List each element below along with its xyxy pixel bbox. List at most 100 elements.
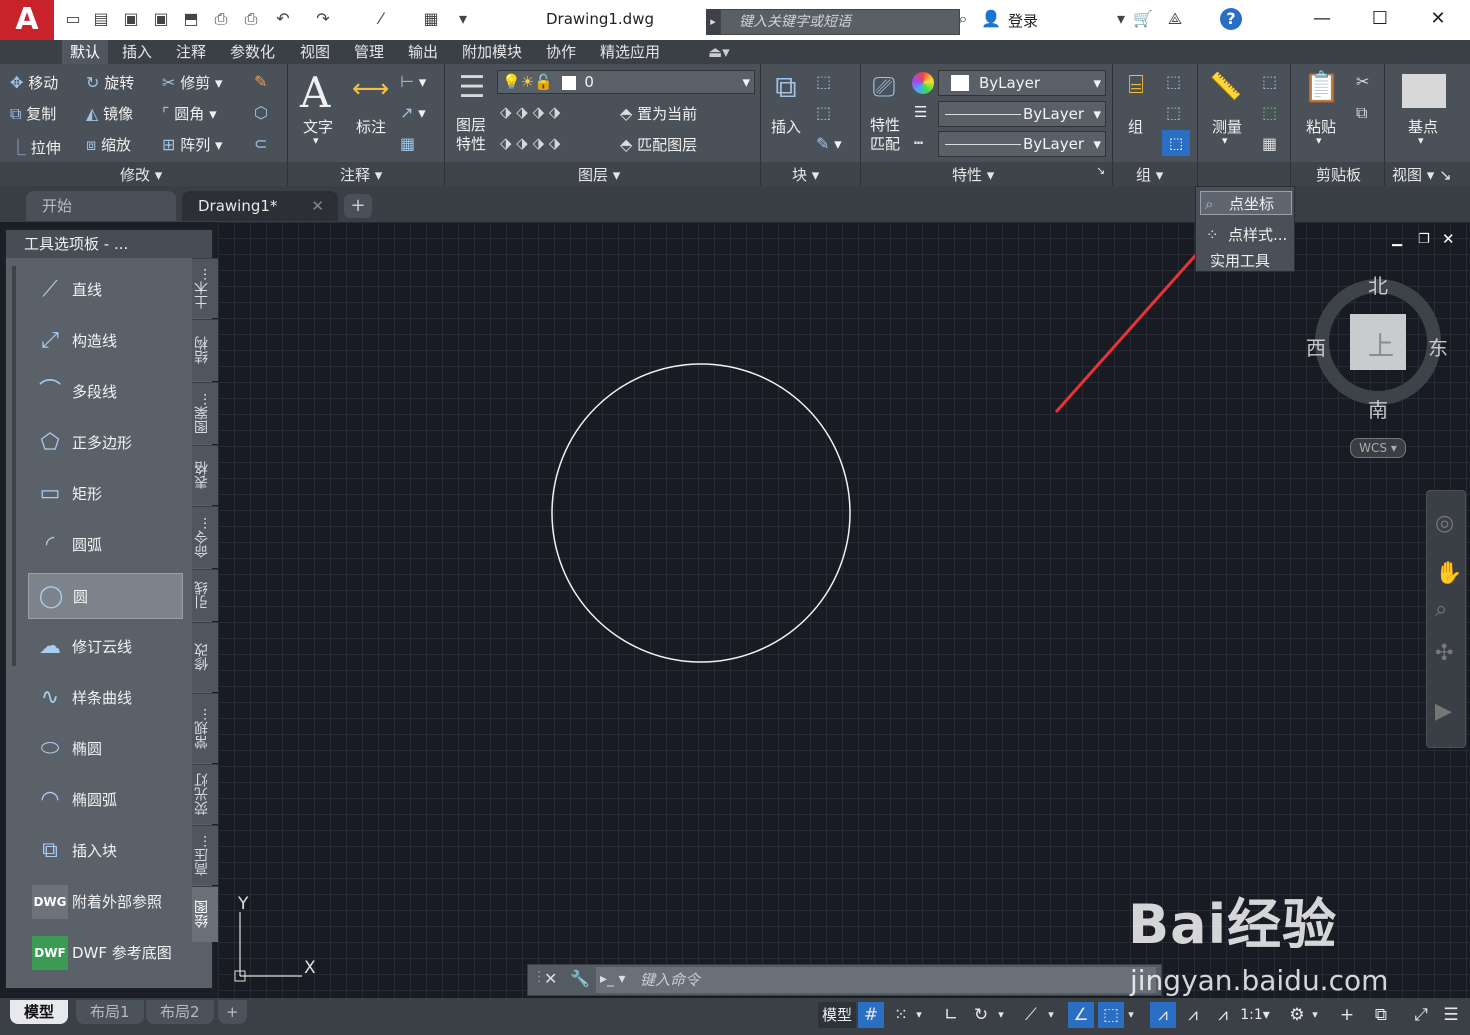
isodraft-icon[interactable]: ⟋ [1018, 1002, 1044, 1028]
pan-icon[interactable]: ✋ [1435, 561, 1462, 586]
block-panel-title[interactable]: 块 ▾ [792, 164, 819, 185]
layer-tools-row2-icon[interactable]: ⬗ ⬗ ⬗ ⬗ [500, 134, 560, 152]
array-button[interactable]: ⊞ 阵列 ▾ [162, 134, 223, 155]
measure-dropdown-icon[interactable]: ▾ [1222, 134, 1228, 147]
wcs-dropdown[interactable]: WCS ▾ [1350, 438, 1406, 458]
group-icon[interactable]: ⌸ [1116, 70, 1156, 110]
save-icon[interactable]: ▣ [120, 8, 142, 30]
palette-item-xref[interactable]: DWG 附着外部参照 [28, 879, 183, 925]
table-icon[interactable]: ▦ [400, 134, 415, 153]
palette-tab-hatch[interactable]: 图案... [192, 382, 218, 444]
dimension-icon[interactable]: ⟷ [352, 74, 389, 110]
select-all-icon[interactable]: ⬚ [1262, 103, 1277, 122]
viewcube-face-label[interactable]: 上 [1368, 326, 1394, 363]
help-icon[interactable]: ? [1220, 8, 1242, 30]
properties-panel-title[interactable]: 特性 ▾ [952, 164, 994, 185]
properties-launcher-icon[interactable]: ↘ [1096, 164, 1105, 177]
tab-default[interactable]: 默认 [62, 40, 109, 64]
layer-properties-icon[interactable]: ☰ [452, 70, 492, 110]
fullscreen-icon[interactable]: ⤢ [1408, 1002, 1434, 1028]
new-tab-icon[interactable]: + [344, 194, 372, 218]
showmotion-icon[interactable]: ▶ [1435, 699, 1452, 724]
layout-tab-layout2[interactable]: 布局2 [146, 1000, 214, 1024]
tab-insert[interactable]: 插入 [114, 40, 160, 64]
viewcube-north[interactable]: 北 [1368, 270, 1388, 299]
palette-item-insert-block[interactable]: ⧉ 插入块 [28, 828, 183, 874]
dimension-button[interactable]: 标注 [356, 116, 386, 137]
copy-clip-icon[interactable]: ⧉ [1356, 103, 1367, 123]
new-file-icon[interactable]: ▭ [62, 8, 84, 30]
annotation-visibility-icon[interactable]: ⩘ [1150, 1002, 1176, 1028]
palette-item-rectangle[interactable]: ▭ 矩形 [28, 471, 183, 517]
match-properties-button[interactable]: 特性 匹配 [870, 116, 900, 154]
erase-button[interactable]: ✎ [254, 72, 267, 91]
palette-tab-modify[interactable]: 修改 [192, 622, 218, 692]
customize-quick-access-icon[interactable]: ▾ [452, 8, 474, 30]
menu-item-point-style[interactable]: ⁘ 点样式... [1200, 223, 1292, 247]
binoculars-icon[interactable]: ⌕ [952, 8, 974, 30]
edit-attributes-icon[interactable]: ✎ ▾ [816, 134, 842, 153]
color-wheel-icon[interactable] [912, 72, 934, 94]
match-properties-icon[interactable]: ⎚ [866, 70, 902, 110]
match-layer-button[interactable]: ⬘ 匹配图层 [620, 134, 697, 155]
command-close-icon[interactable]: ✕ [544, 969, 557, 988]
layout-tab-layout1[interactable]: 布局1 [76, 1000, 144, 1024]
quick-select-icon[interactable]: ⬚ [1262, 72, 1277, 91]
viewport-minimize-icon[interactable]: ▁ [1392, 232, 1402, 247]
redo-icon[interactable]: ↷ [312, 8, 334, 30]
search-input[interactable]: 键入关键字或短语 [720, 9, 960, 35]
insert-button[interactable]: 插入 [771, 116, 801, 137]
circle-entity[interactable] [551, 363, 851, 663]
viewcube-south[interactable]: 南 [1368, 394, 1388, 423]
annotation-panel-title[interactable]: 注释 ▾ [340, 164, 382, 185]
group-edit-icon[interactable]: ⬚ [1166, 103, 1181, 122]
isolate-objects-icon[interactable]: ⧉ [1368, 1002, 1394, 1028]
login-button[interactable]: 登录 [1008, 10, 1038, 31]
palette-item-polyline[interactable]: ⌒ 多段线 [28, 369, 183, 415]
add-layout-icon[interactable]: + [218, 1000, 247, 1024]
mirror-button[interactable]: ◭ 镜像 [86, 103, 133, 124]
calculator-icon[interactable]: ▦ [1262, 134, 1277, 153]
palette-scrollbar[interactable] [12, 266, 16, 666]
linear-dim-icon[interactable]: ⊢ ▾ [400, 72, 426, 91]
layout-tab-model[interactable]: 模型 [10, 1000, 69, 1024]
viewport-close-icon[interactable]: ✕ [1442, 230, 1455, 248]
tool-palette-header[interactable]: 工具选项板 - ... [6, 230, 212, 258]
tab-output[interactable]: 输出 [400, 40, 446, 64]
print-icon[interactable]: ⎙ [240, 8, 262, 30]
palette-item-spline[interactable]: ∿ 样条曲线 [28, 675, 183, 721]
palette-tab-general[interactable]: 常规... [192, 693, 218, 763]
measure-icon[interactable]: 📏 [1206, 72, 1246, 110]
base-view-dropdown-icon[interactable]: ▾ [1418, 134, 1424, 147]
open-folder-icon[interactable]: ▤ [90, 8, 112, 30]
close-icon[interactable]: ✕ [1418, 6, 1458, 32]
publish-icon[interactable]: ⬒ [180, 8, 202, 30]
palette-item-line[interactable]: ⟋ 直线 [28, 267, 183, 313]
ortho-toggle-icon[interactable]: ∟ [938, 1002, 964, 1028]
annotation-scale-icon[interactable]: ⩘ [1210, 1002, 1236, 1028]
ungroup-icon[interactable]: ⬚ [1166, 72, 1181, 91]
palette-tab-leaders[interactable]: 引线 [192, 569, 218, 621]
offset-button[interactable]: ⊂ [254, 134, 267, 153]
steering-wheel-icon[interactable]: ◎ [1435, 511, 1454, 536]
viewcube-west[interactable]: 西 [1306, 332, 1326, 361]
tab-addins[interactable]: 附加模块 [454, 40, 530, 64]
layers-panel-title[interactable]: 图层 ▾ [578, 164, 620, 185]
group-panel-title[interactable]: 组 ▾ [1136, 164, 1163, 185]
tab-annotate[interactable]: 注释 [168, 40, 214, 64]
zoom-extents-icon[interactable]: ⌕ [1435, 597, 1447, 622]
isodraft-dropdown-icon[interactable]: ▾ [1044, 1002, 1058, 1028]
annotation-monitor-icon[interactable]: + [1334, 1002, 1360, 1028]
tab-collaborate[interactable]: 协作 [538, 40, 584, 64]
undo-icon[interactable]: ↶ [272, 8, 294, 30]
palette-tab-fluorescent[interactable]: 荧光灯 [192, 764, 218, 824]
file-tab-start[interactable]: 开始 [26, 191, 176, 221]
layer-dropdown[interactable]: 💡☀🔓 0 ▾ [497, 70, 755, 94]
explode-button[interactable]: ⬡ [254, 103, 268, 122]
view-panel-title[interactable]: 视图 ▾ ↘ [1392, 164, 1452, 185]
palette-tab-civil[interactable]: 土木... [192, 258, 218, 318]
paste-icon[interactable]: 📋 [1302, 70, 1342, 112]
cart-icon[interactable]: 🛒 [1132, 8, 1154, 30]
lineweight-icon[interactable]: ☰ [914, 103, 927, 121]
linetype-dropdown[interactable]: ByLayer ▾ [938, 101, 1106, 127]
